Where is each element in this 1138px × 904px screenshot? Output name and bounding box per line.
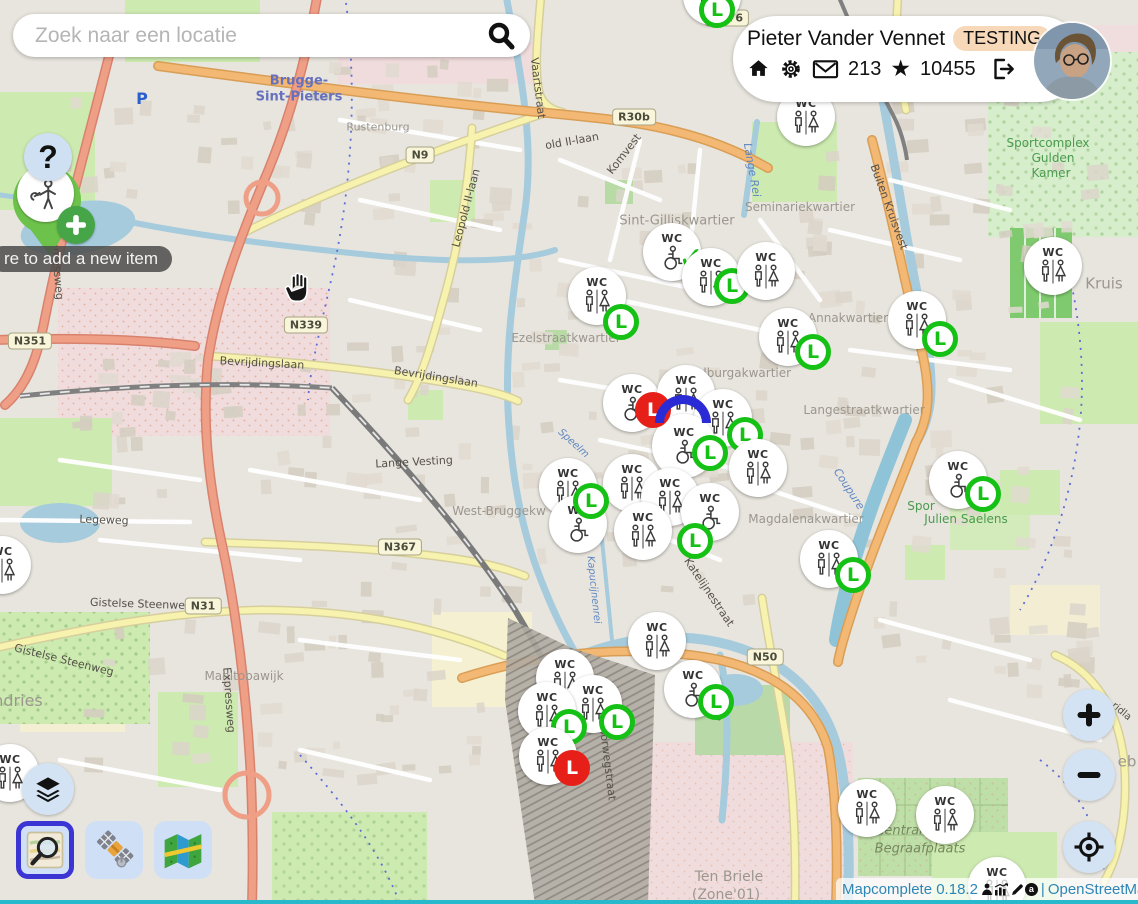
toilet-marker[interactable]: WC (737, 242, 795, 300)
changeset-count: 10455 (920, 58, 976, 81)
add-item-tooltip: re to add a new item (0, 246, 172, 272)
marker-wc-label: WC (673, 427, 694, 438)
edit-pencil-icon[interactable] (1010, 883, 1024, 897)
toilet-marker[interactable]: WC (838, 779, 896, 837)
help-button[interactable]: ? (24, 133, 72, 181)
marker-wc-label: WC (646, 622, 667, 633)
marker-wc-label: WC (586, 277, 607, 288)
toilet-marker[interactable]: WCL (682, 248, 740, 306)
user-name[interactable]: Pieter Vander Vennet (747, 27, 945, 51)
bottom-accent-bar (0, 900, 1138, 904)
opening-hours-badge: L (603, 304, 639, 340)
marker-wc-label: WC (934, 796, 955, 807)
toilet-marker[interactable]: WCL (800, 530, 858, 588)
attribution-bar: Mapcomplete 0.18.2 a | OpenStreetMap (836, 878, 1138, 901)
opening-hours-badge: L (599, 704, 635, 740)
settings-gear-icon[interactable] (779, 57, 803, 81)
changeset-star-icon: ★ (890, 58, 911, 81)
basemap-topo-button[interactable] (154, 821, 212, 879)
opening-hours-badge: L (965, 476, 1001, 512)
opening-hours-badge: L (922, 321, 958, 357)
marker-wc-label: WC (621, 464, 642, 475)
marker-wc-label: WC (1042, 247, 1063, 258)
marker-wc-label: WC (675, 375, 696, 386)
marker-wc-label: WC (0, 754, 21, 765)
locate-crosshair-button[interactable] (1063, 821, 1115, 873)
attribution-icons: a (981, 883, 1038, 897)
marker-wc-label: WC (554, 659, 575, 670)
marker-wc-label: WC (700, 258, 721, 269)
opening-hours-badge: L (677, 523, 713, 559)
user-panel: Pieter Vander Vennet TESTING (733, 16, 1083, 102)
marker-wc-label: WC (856, 789, 877, 800)
app-version-link[interactable]: Mapcomplete 0.18.2 (842, 881, 978, 898)
marker-wc-label: WC (986, 867, 1007, 878)
opening-hours-badge: L (795, 334, 831, 370)
toilet-marker[interactable]: WCL (929, 451, 987, 509)
openstreetmap-link[interactable]: OpenStreetMap (1048, 881, 1138, 898)
user-stats-icon[interactable] (981, 883, 993, 896)
marker-wc-label: WC (777, 318, 798, 329)
marker-wc-label: WC (747, 449, 768, 460)
toilet-marker[interactable]: WC (916, 786, 974, 844)
toilet-marker[interactable]: WC (729, 439, 787, 497)
toilet-marker[interactable]: WCL (519, 727, 577, 785)
opening-hours-badge: L (573, 483, 609, 519)
add-plus-icon[interactable] (57, 206, 95, 244)
marker-wc-label: WC (818, 540, 839, 551)
marker-wc-label: WC (755, 252, 776, 263)
attribution-separator: | (1041, 881, 1045, 898)
marker-wc-label: WC (621, 384, 642, 395)
messages-envelope-icon[interactable] (812, 58, 839, 80)
marker-wc-label: WC (0, 546, 13, 557)
marker-wc-label: WC (682, 670, 703, 681)
opening-hours-badge: L (692, 435, 728, 471)
toilet-marker[interactable]: WCL (568, 267, 626, 325)
marker-wc-label: WC (906, 301, 927, 312)
toilet-marker[interactable]: WCL (759, 308, 817, 366)
marker-wc-label: WC (632, 512, 653, 523)
toilet-marker[interactable]: WCL (888, 291, 946, 349)
search-bar (13, 14, 530, 57)
marker-wc-label: WC (536, 692, 557, 703)
message-count: 213 (848, 58, 881, 81)
zoom-out-button[interactable] (1063, 749, 1115, 801)
marker-wc-label: WC (537, 737, 558, 748)
marker-wc-label: WC (712, 399, 733, 410)
opening-hours-badge: L (554, 750, 590, 786)
opening-hours-badge: L (698, 684, 734, 720)
zoom-in-button[interactable] (1063, 689, 1115, 741)
user-avatar[interactable] (1034, 23, 1110, 99)
search-input[interactable] (33, 23, 486, 49)
marker-wc-label: WC (557, 468, 578, 479)
search-icon[interactable] (486, 21, 516, 51)
toilet-marker[interactable]: WC (614, 502, 672, 560)
marker-wc-label: WC (947, 461, 968, 472)
map-viewport[interactable]: Brugge-Sint-PietersRustenburgPVaartstraa… (0, 0, 1138, 904)
basemap-osm-button[interactable] (16, 821, 74, 879)
toilet-marker[interactable]: WCL (664, 660, 722, 718)
marker-wc-label: WC (582, 685, 603, 696)
marker-wc-label: WC (699, 493, 720, 504)
license-icon[interactable]: a (1025, 883, 1038, 896)
logout-icon[interactable] (991, 58, 1015, 80)
opening-hours-badge: L (835, 557, 871, 593)
toilet-marker[interactable]: WCL (681, 483, 739, 541)
toilet-marker[interactable]: WC (628, 612, 686, 670)
home-icon[interactable] (747, 58, 770, 80)
toilet-marker[interactable]: WC (1024, 237, 1082, 295)
marker-wc-label: WC (659, 478, 680, 489)
statistics-chart-icon[interactable] (994, 883, 1009, 896)
layers-button[interactable] (22, 763, 74, 815)
basemap-satellite-button[interactable] (85, 821, 143, 879)
